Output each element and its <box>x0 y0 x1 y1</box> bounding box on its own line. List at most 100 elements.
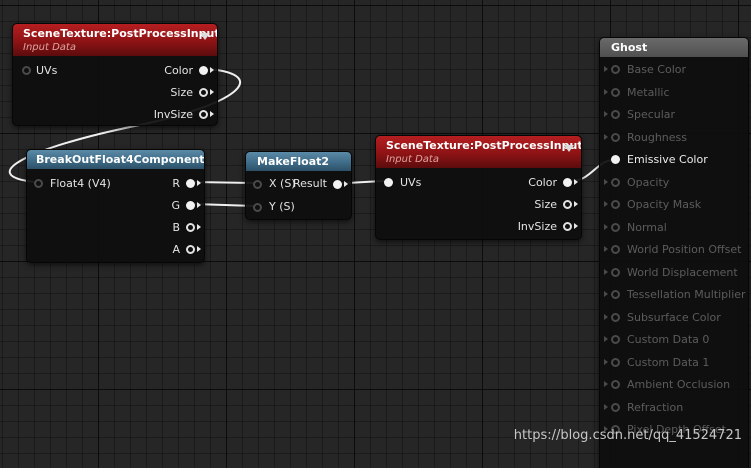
uvs-input-pin[interactable] <box>384 178 393 187</box>
material-input-pin[interactable] <box>611 357 620 367</box>
color-output-pin[interactable] <box>563 178 572 187</box>
material-input-pin[interactable] <box>611 290 620 299</box>
material-pin-row[interactable]: Emissive Color <box>600 149 748 171</box>
size-output-pin[interactable] <box>563 200 572 209</box>
material-pin-row[interactable]: Ambient Occlusion <box>600 374 748 396</box>
pin-arrow-icon <box>604 133 608 140</box>
material-pin-row[interactable]: Opacity Mask <box>600 194 748 216</box>
material-pin-row[interactable]: Base Color <box>600 59 748 81</box>
material-input-pin[interactable] <box>611 222 620 232</box>
pin-arrow-icon <box>197 224 201 230</box>
pin-arrow-icon <box>604 381 608 387</box>
material-pin-row[interactable]: Roughness <box>600 127 748 149</box>
material-pin-row[interactable]: World Position Offset <box>600 239 748 261</box>
r-output-pin[interactable] <box>186 179 195 188</box>
material-input-pin[interactable] <box>611 312 620 322</box>
make-float2-node[interactable]: MakeFloat2 X (S) Result Y (S) <box>245 151 352 220</box>
node-header[interactable]: SceneTexture:PostProcessInput0 Input Dat… <box>13 24 217 56</box>
material-input-pin[interactable] <box>611 335 620 344</box>
material-pin-label: World Position Offset <box>627 243 742 256</box>
material-pin-label: Custom Data 1 <box>627 355 710 369</box>
material-pin-row[interactable]: Custom Data 0 <box>600 329 748 351</box>
material-pin-label: Emissive Color <box>627 153 708 166</box>
pin-arrow-icon <box>604 201 608 207</box>
material-input-pin[interactable] <box>611 402 620 412</box>
color-output-label: Color <box>164 64 193 77</box>
material-pin-row[interactable]: Tessellation Multiplier <box>600 284 748 306</box>
pin-arrow-icon <box>604 358 608 365</box>
breakout-float4-node[interactable]: BreakOutFloat4Components Float4 (V4) R G… <box>26 149 205 263</box>
pin-arrow-icon <box>197 246 201 252</box>
invsize-output-pin[interactable] <box>199 110 208 119</box>
float4-input-pin[interactable] <box>34 179 43 188</box>
node-header[interactable]: BreakOutFloat4Components <box>27 150 204 169</box>
invsize-output-pin[interactable] <box>563 222 572 231</box>
material-input-pin[interactable] <box>611 267 620 277</box>
node-header[interactable]: Ghost <box>600 38 748 57</box>
material-input-pin[interactable] <box>611 380 620 389</box>
material-pin-label: Base Color <box>627 63 687 76</box>
material-input-pin[interactable] <box>611 65 620 74</box>
pin-arrow-icon <box>574 179 578 185</box>
result-output-pin[interactable] <box>333 180 342 189</box>
uvs-input-pin[interactable] <box>22 66 31 75</box>
x-input-pin[interactable] <box>253 180 262 189</box>
material-pin-row[interactable]: Specular <box>600 104 748 126</box>
collapse-arrow-icon[interactable] <box>564 145 574 152</box>
material-pin-label: Roughness <box>627 130 688 144</box>
pin-arrow-icon <box>604 313 608 320</box>
a-output-label: A <box>172 243 180 256</box>
pin-arrow-icon <box>604 66 608 72</box>
ghost-material-node[interactable]: Ghost Base Color Metallic Specular Roughnes… <box>599 37 749 468</box>
float4-input-label: Float4 (V4) <box>50 177 111 190</box>
material-pin-label: Custom Data 0 <box>627 333 710 346</box>
material-input-pin[interactable] <box>611 155 620 164</box>
material-pin-row[interactable]: World Displacement <box>600 262 748 284</box>
node-header[interactable]: MakeFloat2 <box>246 152 351 171</box>
material-pin-row[interactable]: Subsurface Color <box>600 307 748 329</box>
invsize-output-label: InvSize <box>517 220 557 233</box>
a-output-pin[interactable] <box>186 245 195 254</box>
pin-arrow-icon <box>344 181 348 187</box>
color-output-pin[interactable] <box>199 66 208 75</box>
color-output-label: Color <box>528 176 557 189</box>
material-pin-label: World Displacement <box>627 265 738 279</box>
material-input-pin[interactable] <box>611 200 620 209</box>
size-output-pin[interactable] <box>199 88 208 97</box>
pin-arrow-icon <box>604 403 608 410</box>
uvs-input-label: UVs <box>400 176 422 189</box>
size-output-label: Size <box>170 86 193 99</box>
node-header[interactable]: SceneTexture:PostProcessInput0 Input Dat… <box>376 136 581 168</box>
node-subtitle: Input Data <box>23 42 76 53</box>
node-title: SceneTexture:PostProcessInput0 <box>386 139 582 152</box>
material-pin-label: Opacity Mask <box>627 198 702 211</box>
material-pin-row[interactable]: Normal <box>600 217 748 239</box>
material-pin-label: Metallic <box>627 85 670 99</box>
pin-arrow-icon <box>604 88 608 95</box>
material-pin-row[interactable]: Custom Data 1 <box>600 352 748 374</box>
material-pin-row[interactable]: Refraction <box>600 397 748 419</box>
pin-arrow-icon <box>574 201 578 207</box>
size-output-label: Size <box>534 198 557 211</box>
material-input-pin[interactable] <box>611 177 620 187</box>
invsize-output-label: InvSize <box>153 108 193 121</box>
watermark-text: https://blog.csdn.net/qq_41524721 <box>513 428 742 443</box>
material-input-pin[interactable] <box>611 87 620 97</box>
pin-arrow-icon <box>210 111 214 117</box>
y-input-pin[interactable] <box>253 203 262 212</box>
material-input-pin[interactable] <box>611 245 620 254</box>
material-input-pin[interactable] <box>611 110 620 119</box>
material-pin-label: Tessellation Multiplier <box>627 288 746 301</box>
material-pin-label: Refraction <box>627 400 684 414</box>
g-output-label: G <box>171 199 180 212</box>
scene-texture-node-mid[interactable]: SceneTexture:PostProcessInput0 Input Dat… <box>375 135 582 240</box>
scene-texture-node-top[interactable]: SceneTexture:PostProcessInput0 Input Dat… <box>12 23 218 126</box>
r-output-label: R <box>172 177 180 190</box>
material-pin-row[interactable]: Metallic <box>600 82 748 104</box>
g-output-pin[interactable] <box>186 201 195 210</box>
material-input-pin[interactable] <box>611 132 620 142</box>
pin-arrow-icon <box>604 246 608 252</box>
collapse-arrow-icon[interactable] <box>200 33 210 40</box>
material-pin-row[interactable]: Opacity <box>600 172 748 194</box>
b-output-pin[interactable] <box>186 223 195 232</box>
